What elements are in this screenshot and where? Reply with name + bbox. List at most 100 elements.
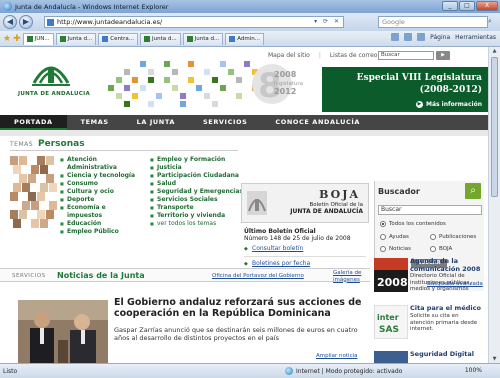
mosaic-tile bbox=[140, 61, 146, 67]
zone-text: Internet | Modo protegido: activado bbox=[296, 367, 403, 375]
site-search-button[interactable]: ▶ bbox=[436, 51, 450, 60]
nav-la-junta[interactable]: LA JUNTA bbox=[123, 115, 189, 130]
legislatura-banner[interactable]: Especial VIII Legislatura (2008-2012) ▶ … bbox=[322, 67, 488, 112]
page-menu[interactable]: Página bbox=[430, 34, 450, 41]
vertical-scrollbar[interactable]: ▲ ▼ bbox=[488, 47, 500, 363]
tema-link[interactable]: Deporte bbox=[60, 196, 140, 204]
portrait-tile bbox=[40, 165, 48, 174]
zoom-level[interactable]: 100% bbox=[465, 367, 482, 374]
tema-link[interactable]: Economía e impuestos bbox=[60, 204, 140, 220]
nav-temas[interactable]: TEMAS bbox=[67, 115, 123, 130]
promo-desc: Solicite su cita en atención primaria de… bbox=[410, 313, 478, 332]
boja-header[interactable]: BOJA Boletín Oficial de la JUNTA DE ANDA… bbox=[241, 183, 369, 223]
tab-5[interactable]: Junta d... bbox=[182, 32, 224, 45]
promo-cita-medico[interactable]: inter SAS Cita para el médico Solicite s… bbox=[374, 304, 484, 345]
news-headline[interactable]: El Gobierno andaluz reforzará sus accion… bbox=[114, 297, 372, 319]
favorites-star-icon[interactable]: ★ bbox=[3, 34, 11, 44]
buscador-input[interactable]: Buscar bbox=[378, 205, 482, 215]
tema-link[interactable]: Salud bbox=[150, 180, 245, 188]
print-icon[interactable] bbox=[417, 33, 426, 41]
tema-link[interactable]: Empleo y Formación bbox=[150, 156, 245, 164]
mosaic-tile bbox=[220, 61, 226, 67]
tema-link[interactable]: Educación bbox=[60, 220, 140, 228]
ampliar-noticia-link[interactable]: Ampliar noticia bbox=[316, 353, 358, 359]
radio-noticias[interactable]: Noticias bbox=[380, 246, 411, 252]
tema-link[interactable]: Cultura y ocio bbox=[60, 188, 140, 196]
radio-ayudas[interactable]: Ayudas bbox=[380, 234, 409, 240]
radio-icon bbox=[430, 246, 436, 252]
tema-link[interactable]: Atención Administrativa bbox=[60, 156, 140, 172]
news-photo[interactable] bbox=[18, 300, 108, 363]
tools-menu[interactable]: Herramientas bbox=[455, 34, 496, 41]
search-icon[interactable]: ⌕ bbox=[488, 17, 492, 26]
url-field[interactable]: http://www.juntadeandalucia.es/ ▾ ⟳ ✕ bbox=[44, 16, 344, 28]
site-search-input[interactable]: Buscar bbox=[378, 51, 434, 60]
radio-todos[interactable]: Todos los contenidos bbox=[380, 221, 446, 227]
tema-link[interactable]: Consumo bbox=[60, 180, 140, 188]
radio-boja[interactable]: BOJA bbox=[430, 246, 452, 252]
tab-4[interactable]: Junta d... bbox=[140, 32, 181, 45]
temas-title[interactable]: Personas bbox=[38, 139, 85, 149]
tab-favicon bbox=[102, 36, 109, 42]
boletines-por-fecha-link[interactable]: Boletines por fecha bbox=[244, 260, 366, 268]
portrait-tile bbox=[37, 210, 45, 219]
refresh-stop-icons[interactable]: ▾ ⟳ ✕ bbox=[314, 18, 341, 25]
tab-1[interactable]: JUN... bbox=[22, 32, 54, 45]
tab-label: Centra... bbox=[110, 36, 134, 42]
tema-link[interactable]: Transporte bbox=[150, 204, 245, 212]
scroll-down-icon[interactable]: ▼ bbox=[491, 356, 498, 362]
portrait-tile bbox=[13, 219, 21, 228]
tema-link[interactable]: Empleo Público bbox=[60, 228, 140, 236]
tema-link[interactable]: Participación Ciudadana bbox=[150, 172, 245, 180]
minimize-button[interactable]: _ bbox=[442, 1, 458, 11]
promo-agenda[interactable]: 2008 Agenda de la comunicación 2008 Dire… bbox=[374, 257, 484, 298]
forward-button[interactable]: ▶ bbox=[19, 15, 33, 29]
mosaic-tile bbox=[124, 69, 130, 75]
add-favorites-icon[interactable]: ✚ bbox=[13, 34, 21, 44]
radio-icon bbox=[380, 246, 386, 252]
legislatura-badge: 8 2008 legislatura 2012 bbox=[252, 64, 303, 106]
consultar-boletin-link[interactable]: Consultar boletín bbox=[244, 245, 366, 253]
tab-3[interactable]: Centra... bbox=[98, 32, 138, 45]
tab-favicon bbox=[26, 36, 33, 42]
home-icon[interactable] bbox=[391, 33, 400, 41]
close-button[interactable]: X bbox=[476, 1, 498, 11]
back-button[interactable]: ◀ bbox=[3, 15, 17, 29]
scroll-up-icon[interactable]: ▲ bbox=[491, 48, 498, 54]
security-zone: Internet | Modo protegido: activado bbox=[285, 367, 402, 375]
mosaic-tile bbox=[116, 93, 122, 99]
more-info-link[interactable]: ▶ Más información bbox=[415, 101, 482, 108]
tema-link[interactable]: Seguridad y Emergencias bbox=[150, 188, 245, 196]
tema-link[interactable]: Justicia bbox=[150, 164, 245, 172]
galeria-imagenes-link[interactable]: Galería de imágenes bbox=[333, 270, 361, 283]
radio-publicaciones[interactable]: Publicaciones bbox=[430, 234, 476, 240]
mosaic-tile bbox=[204, 93, 210, 99]
portrait-tile bbox=[49, 201, 57, 210]
mosaic-tile bbox=[164, 61, 170, 67]
maximize-button[interactable]: □ bbox=[459, 1, 475, 11]
tab-2[interactable]: Junta d... bbox=[55, 32, 97, 45]
feeds-icon[interactable] bbox=[404, 33, 413, 41]
tema-link[interactable]: Ciencia y tecnología bbox=[60, 172, 140, 180]
junta-logo[interactable]: JUNTA DE ANDALUCIA bbox=[0, 47, 100, 115]
nav-portada[interactable]: PORTADA bbox=[0, 115, 67, 130]
noticias-title[interactable]: Noticias de la Junta bbox=[57, 271, 145, 280]
promo-seguridad-digital[interactable]: Seguridad Digital bbox=[374, 350, 484, 363]
mosaic-tile bbox=[172, 69, 178, 75]
globe-icon bbox=[285, 367, 293, 375]
mosaic-tile bbox=[108, 85, 114, 91]
ver-todos-temas-link[interactable]: ver todos los temas bbox=[150, 220, 245, 228]
promo-title: Seguridad Digital bbox=[410, 350, 474, 358]
nav-servicios[interactable]: SERVICIOS bbox=[189, 115, 261, 130]
nav-conoce-andalucia[interactable]: CONOCE ANDALUCÍA bbox=[261, 115, 374, 130]
mailing-lists-link[interactable]: Listas de correo bbox=[330, 52, 378, 59]
tema-link[interactable]: Servicios Sociales bbox=[150, 196, 245, 204]
browser-search-input[interactable]: Google bbox=[378, 16, 488, 28]
sitemap-link[interactable]: Mapa del sitio bbox=[268, 52, 310, 59]
arrow-right-icon: ▶ bbox=[415, 101, 423, 108]
tema-link[interactable]: Territorio y vivienda bbox=[150, 212, 245, 220]
scroll-thumb[interactable] bbox=[491, 57, 498, 197]
mosaic-tile bbox=[132, 77, 138, 83]
tab-6[interactable]: Admin... bbox=[225, 32, 264, 45]
oficina-portavoz-link[interactable]: Oficina del Portavoz del Gobierno bbox=[212, 273, 304, 279]
